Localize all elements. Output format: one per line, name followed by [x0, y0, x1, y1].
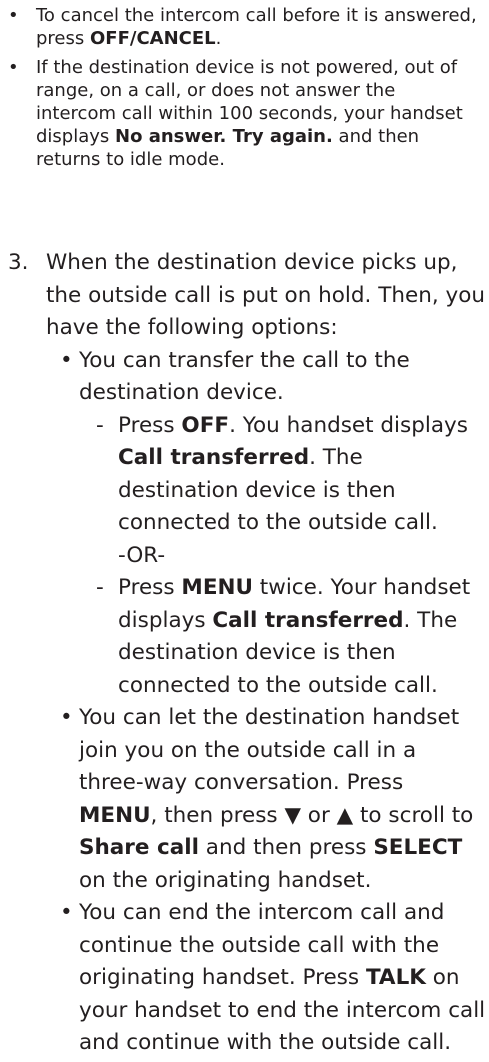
note-list: • To cancel the intercom call before it …: [8, 4, 478, 177]
method-text: Press OFF. You handset displays Call tra…: [118, 412, 468, 536]
dash-icon: -: [96, 412, 104, 438]
option-text: You can end the intercom call and contin…: [79, 900, 486, 1055]
transfer-method-off: - Press OFF. You handset displays Call t…: [46, 410, 486, 540]
dash-icon: -: [96, 575, 104, 600]
note-item-cancel: • To cancel the intercom call before it …: [8, 4, 478, 50]
manual-page: • To cancel the intercom call before it …: [0, 0, 489, 1062]
option-end-intercom: • You can end the intercom call and cont…: [46, 897, 486, 1060]
bullet-icon: •: [8, 5, 19, 26]
note-text: To cancel the intercom call before it is…: [36, 5, 477, 49]
bullet-icon: •: [60, 900, 73, 925]
note-text: If the destination device is not powered…: [36, 57, 463, 170]
step-body: When the destination device picks up, th…: [46, 247, 486, 1060]
or-separator: -OR-: [118, 542, 166, 568]
bullet-icon: •: [8, 57, 19, 78]
step-number: 3.: [8, 250, 29, 275]
step-intro: When the destination device picks up, th…: [46, 250, 486, 340]
note-item-no-answer: • If the destination device is not power…: [8, 56, 478, 171]
option-text: You can let the destination handset join…: [79, 705, 474, 893]
option-transfer: • You can transfer the call to the desti…: [46, 345, 486, 410]
bullet-icon: •: [60, 705, 73, 730]
option-share-call: • You can let the destination handset jo…: [46, 702, 486, 897]
option-text: You can transfer the call to the destina…: [79, 347, 410, 406]
method-text: Press MENU twice. Your handset displays …: [118, 575, 471, 698]
transfer-method-menu: - Press MENU twice. Your handset display…: [46, 572, 486, 702]
bullet-icon: •: [60, 347, 73, 373]
